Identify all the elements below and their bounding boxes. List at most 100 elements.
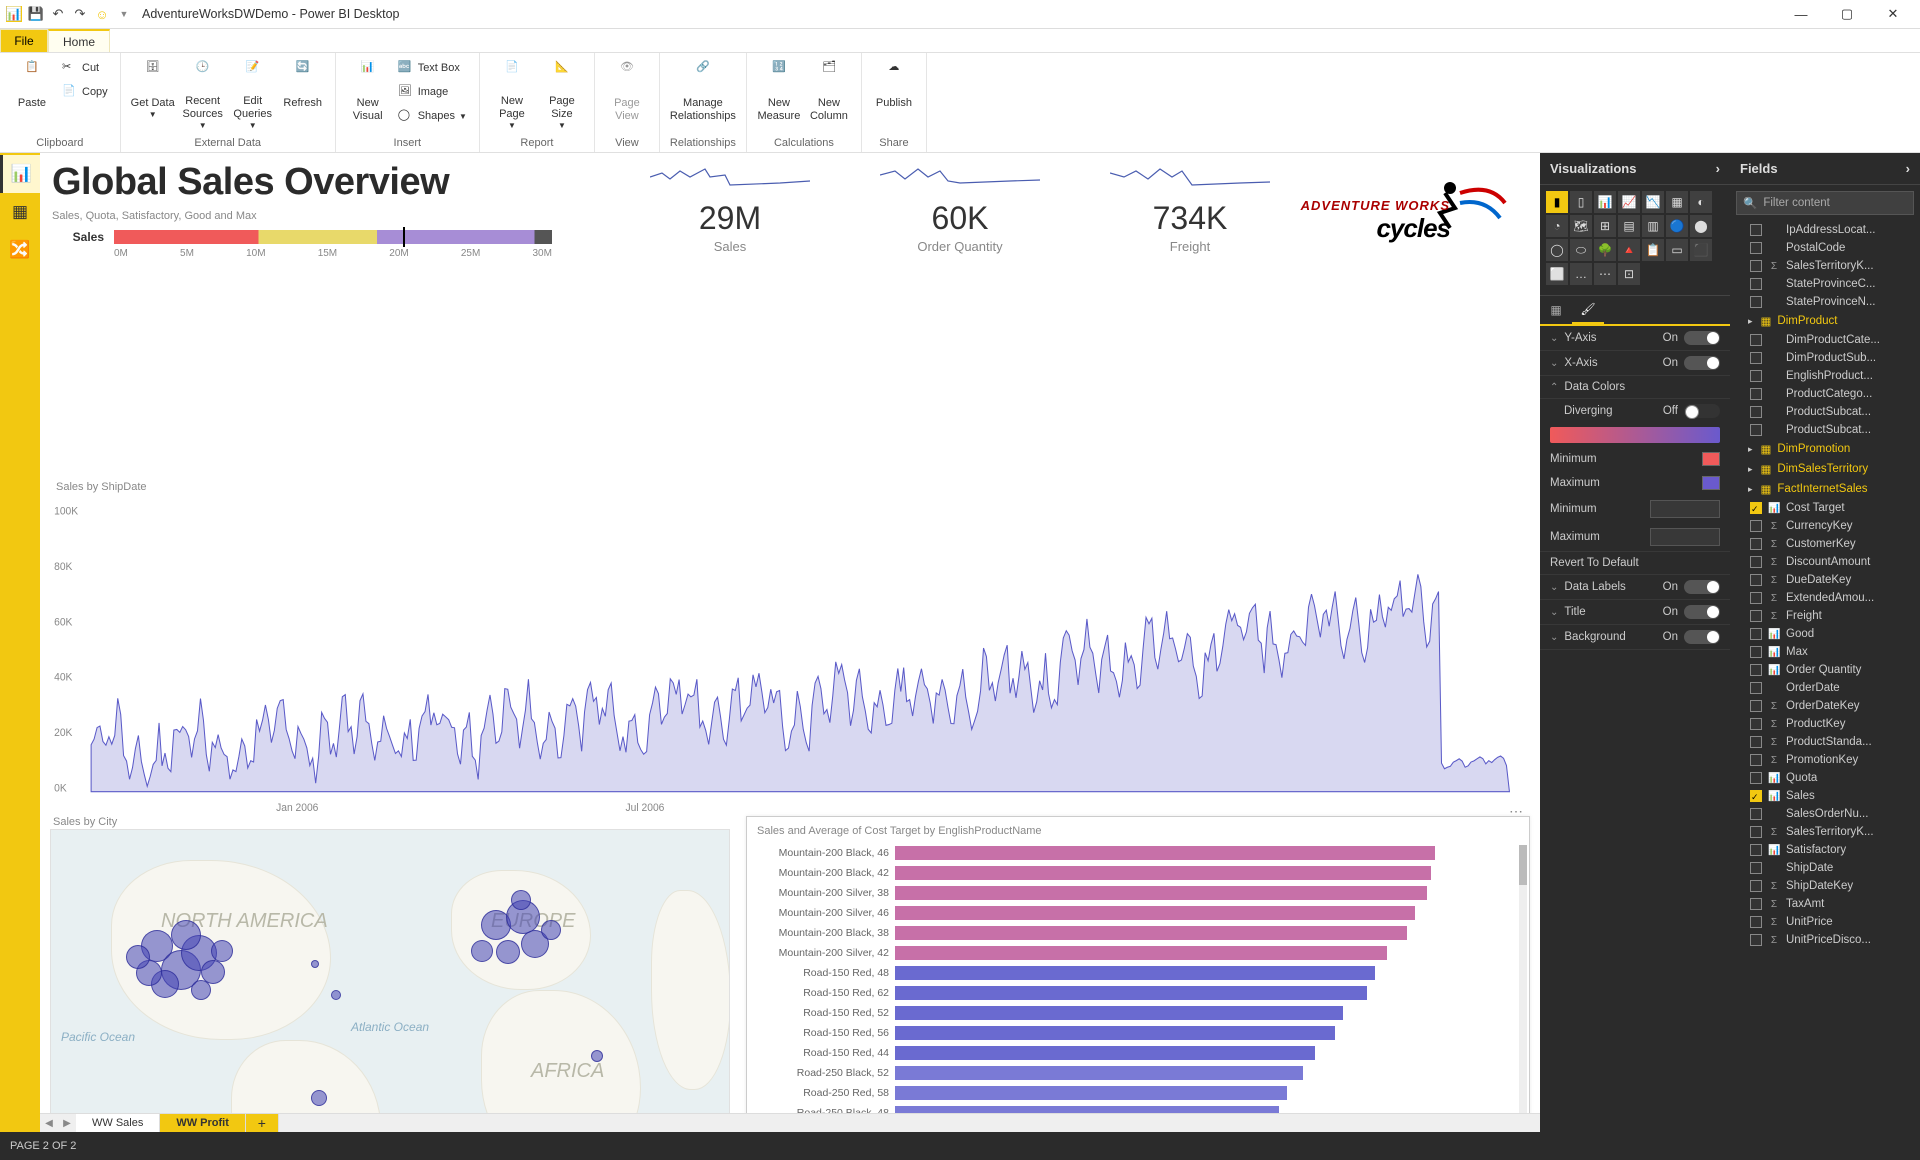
checkbox[interactable] <box>1750 424 1762 436</box>
field-item[interactable]: ShipDate <box>1730 859 1920 877</box>
viz-type-icon[interactable]: 🔵 <box>1666 215 1688 237</box>
field-item[interactable]: Σ DueDateKey <box>1730 571 1920 589</box>
viz-type-icon[interactable]: ⬤ <box>1690 215 1712 237</box>
revert-to-default[interactable]: Revert To Default <box>1540 551 1730 575</box>
bar-chart[interactable]: ⋯ Sales and Average of Cost Target by En… <box>746 816 1530 1113</box>
field-item[interactable]: ✓ 📊 Sales <box>1730 787 1920 805</box>
close-icon[interactable]: ✕ <box>1872 3 1914 25</box>
field-item[interactable]: Σ UnitPrice <box>1730 913 1920 931</box>
text-box-button[interactable]: 🔤Text Box <box>394 57 471 79</box>
field-item[interactable]: Σ DiscountAmount <box>1730 553 1920 571</box>
model-view-icon[interactable]: 🔀 <box>0 231 40 269</box>
visual-options-icon[interactable]: ⋯ <box>1509 803 1525 820</box>
checkbox[interactable] <box>1750 388 1762 400</box>
checkbox[interactable] <box>1750 242 1762 254</box>
checkbox[interactable] <box>1750 352 1762 364</box>
checkbox[interactable] <box>1750 520 1762 532</box>
field-item[interactable]: 📊 Order Quantity <box>1730 661 1920 679</box>
fields-search[interactable]: 🔍 Filter content <box>1736 191 1914 215</box>
publish-button[interactable]: ☁Publish <box>870 57 918 131</box>
checkbox[interactable] <box>1750 844 1762 856</box>
viz-type-icon[interactable]: 🌳 <box>1594 239 1616 261</box>
field-item[interactable]: StateProvinceN... <box>1730 293 1920 311</box>
checkbox[interactable]: ✓ <box>1750 790 1762 802</box>
checkbox[interactable] <box>1750 772 1762 784</box>
edit-queries-button[interactable]: 📝Edit Queries▼ <box>229 57 277 131</box>
field-item[interactable]: ProductSubcat... <box>1730 403 1920 421</box>
new-measure-button[interactable]: 🔢New Measure <box>755 57 803 131</box>
data-view-icon[interactable]: ▦ <box>0 193 40 231</box>
checkbox[interactable] <box>1750 574 1762 586</box>
collapse-icon[interactable]: › <box>1716 161 1720 176</box>
save-icon[interactable]: 💾 <box>28 6 44 22</box>
max-value-input[interactable] <box>1650 528 1720 546</box>
toggle[interactable] <box>1684 404 1720 418</box>
format-tab-icon[interactable]: 🖌 <box>1572 296 1604 324</box>
viz-type-icon[interactable]: ⋯ <box>1594 263 1616 285</box>
field-item[interactable]: Σ CurrencyKey <box>1730 517 1920 535</box>
undo-icon[interactable]: ↶ <box>50 6 66 22</box>
viz-type-icon[interactable]: 📈 <box>1618 191 1640 213</box>
viz-type-icon[interactable]: ⊡ <box>1618 263 1640 285</box>
checkbox[interactable] <box>1750 808 1762 820</box>
viz-type-icon[interactable]: ▤ <box>1618 215 1640 237</box>
qat-more-icon[interactable]: ▼ <box>116 6 132 22</box>
field-item[interactable]: ProductCatego... <box>1730 385 1920 403</box>
collapse-icon[interactable]: › <box>1906 161 1910 176</box>
checkbox[interactable] <box>1750 370 1762 382</box>
new-visual-button[interactable]: 📊New Visual <box>344 57 392 131</box>
format-diverging[interactable]: DivergingOff <box>1540 399 1730 423</box>
checkbox[interactable] <box>1750 556 1762 568</box>
checkbox[interactable] <box>1750 592 1762 604</box>
checkbox[interactable] <box>1750 934 1762 946</box>
minimum-color[interactable]: Minimum <box>1540 447 1730 471</box>
field-item[interactable]: Σ ExtendedAmou... <box>1730 589 1920 607</box>
toggle[interactable] <box>1684 356 1720 370</box>
cut-button[interactable]: ✂Cut <box>58 57 112 79</box>
min-value-input[interactable] <box>1650 500 1720 518</box>
checkbox[interactable] <box>1750 718 1762 730</box>
field-item[interactable]: Σ CustomerKey <box>1730 535 1920 553</box>
field-item[interactable]: ProductSubcat... <box>1730 421 1920 439</box>
field-table[interactable]: ▸▦DimPromotion <box>1730 439 1920 459</box>
viz-type-icon[interactable]: ▦ <box>1666 191 1688 213</box>
checkbox[interactable] <box>1750 916 1762 928</box>
sheet-tab[interactable]: WW Sales <box>76 1114 160 1132</box>
field-item[interactable]: 📊 Max <box>1730 643 1920 661</box>
format-x-axis[interactable]: ⌄X-AxisOn <box>1540 351 1730 376</box>
viz-type-icon[interactable]: ▭ <box>1666 239 1688 261</box>
viz-type-icon[interactable]: ⬭ <box>1570 239 1592 261</box>
tab-next-icon[interactable]: ▶ <box>58 1114 76 1132</box>
checkbox[interactable] <box>1750 538 1762 550</box>
viz-type-icon[interactable]: ▮ <box>1546 191 1568 213</box>
field-item[interactable]: Σ PromotionKey <box>1730 751 1920 769</box>
refresh-button[interactable]: 🔄Refresh <box>279 57 327 131</box>
kpi-card[interactable]: 734K Freight <box>1110 163 1270 254</box>
checkbox[interactable] <box>1750 278 1762 290</box>
field-item[interactable]: 📊 Good <box>1730 625 1920 643</box>
format-title[interactable]: ⌄TitleOn <box>1540 600 1730 625</box>
format-data-labels[interactable]: ⌄Data LabelsOn <box>1540 575 1730 600</box>
maximum-color[interactable]: Maximum <box>1540 471 1730 495</box>
checkbox[interactable] <box>1750 862 1762 874</box>
checkbox[interactable] <box>1750 880 1762 892</box>
checkbox[interactable] <box>1750 646 1762 658</box>
bullet-chart[interactable]: Sales, Quota, Satisfactory, Good and Max… <box>52 210 552 259</box>
field-item[interactable]: Σ ProductStanda... <box>1730 733 1920 751</box>
toggle[interactable] <box>1684 605 1720 619</box>
checkbox[interactable] <box>1750 826 1762 838</box>
new-page-button[interactable]: 📄New Page▼ <box>488 57 536 131</box>
get-data-button[interactable]: 🗄Get Data▼ <box>129 57 177 131</box>
kpi-card[interactable]: 29M Sales <box>650 163 810 254</box>
viz-type-icon[interactable]: 📊 <box>1594 191 1616 213</box>
checkbox[interactable] <box>1750 664 1762 676</box>
kpi-card[interactable]: 60K Order Quantity <box>880 163 1040 254</box>
viz-type-icon[interactable]: 🔺 <box>1618 239 1640 261</box>
fields-tab-icon[interactable]: ▦ <box>1540 296 1572 324</box>
area-chart[interactable]: Sales by ShipDate 100K80K60K40K20K0K Jan… <box>50 493 1530 813</box>
tab-home[interactable]: Home <box>48 29 110 52</box>
add-page-button[interactable]: + <box>246 1114 279 1132</box>
field-item[interactable]: Σ TaxAmt <box>1730 895 1920 913</box>
toggle[interactable] <box>1684 331 1720 345</box>
field-item[interactable]: Σ ProductKey <box>1730 715 1920 733</box>
